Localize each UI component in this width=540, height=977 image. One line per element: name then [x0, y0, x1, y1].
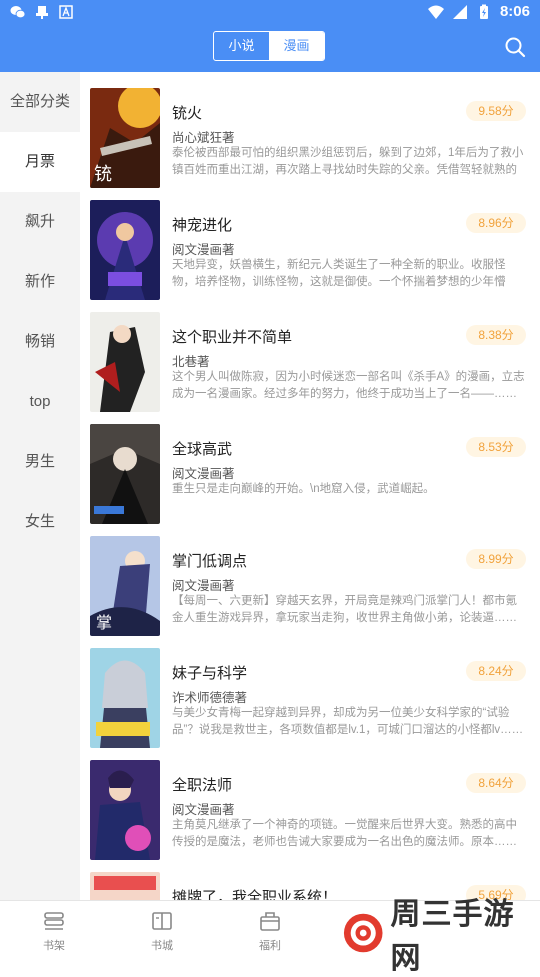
book-title: 掌门低调点 [172, 553, 248, 570]
book-description: 这个男人叫做陈寂，因为小时候迷恋一部名叫《杀手A》的漫画，立志成为一名漫画家。经… [172, 371, 525, 400]
score-badge: 9.58分 [466, 101, 526, 121]
sidebar-item-all[interactable]: 全部分类 [0, 72, 80, 132]
book-description: 主角莫凡继承了一个神奇的项链。一觉醒来后世界大变。熟悉的高中传授的是魔法，老师也… [172, 819, 517, 848]
score-badge: 8.99分 [466, 549, 526, 569]
wechat-icon [10, 6, 26, 19]
bookstore-icon [152, 912, 172, 930]
battery-icon [479, 4, 488, 19]
sidebar-item-monthly[interactable]: 月票 [0, 132, 80, 192]
list-item[interactable]: 妹子与科学 8.24分 诈术师德德著 与美少女青梅一起穿越到异界，却成为另一位美… [80, 632, 540, 748]
svg-text:铳: 铳 [94, 164, 112, 185]
book-author: 北巷著 [172, 355, 210, 369]
nav-welfare[interactable]: 福利 [240, 909, 300, 953]
book-title: 铳火 [172, 105, 203, 122]
watermark: 周三手游网 [342, 898, 540, 975]
type-switch: 小说 漫画 [213, 31, 325, 61]
status-time: 8:06 [499, 3, 530, 20]
sidebar-item-new[interactable]: 新作 [0, 252, 80, 312]
book-title: 神宠进化 [172, 217, 233, 234]
list-item[interactable]: 掌 掌门低调点 8.99分 阅文漫画著 【每周一、六更新】穿越天玄界，开局竟是辣… [80, 520, 540, 636]
book-title: 全球高武 [172, 441, 233, 458]
sidebar-item-female[interactable]: 女生 [0, 492, 80, 552]
book-title: 妹子与科学 [172, 665, 248, 682]
score-badge: 8.96分 [466, 213, 526, 233]
list-item[interactable]: 神宠进化 8.96分 阅文漫画著 天地异变，妖兽横生，新纪元人类诞生了一种全新的… [80, 184, 540, 300]
list-item[interactable]: 全职法师 8.64分 阅文漫画著 主角莫凡继承了一个神奇的项链。一觉醒来后世界大… [80, 744, 540, 860]
sidebar-item-bestseller[interactable]: 畅销 [0, 312, 80, 372]
category-sidebar: 全部分类 月票 飙升 新作 畅销 top 男生 女生 [0, 72, 80, 900]
gift-icon [260, 912, 280, 931]
score-badge: 8.53分 [466, 437, 526, 457]
book-cover [90, 312, 160, 412]
list-item[interactable]: 这个职业并不简单 8.38分 北巷著 这个男人叫做陈寂，因为小时候迷恋一部名叫《… [80, 296, 540, 412]
header: 小说 漫画 [0, 24, 540, 72]
book-description: 天地异变，妖兽横生，新纪元人类诞生了一种全新的职业。收服怪物，培养怪物，训练怪物… [172, 259, 506, 288]
nav-welfare-label: 福利 [259, 940, 281, 952]
book-cover: 掌 [90, 536, 160, 636]
list-item[interactable]: 全球高武 8.53分 阅文漫画著 重生只是走向巅峰的开始。\n地窟入侵，武道崛起… [80, 408, 540, 524]
book-author: 阅文漫画著 [172, 803, 235, 817]
book-description: 泰伦被西部最可怕的组织黑沙组惩罚后，躲到了边郊，1年后为了救小镇百姓而重出江湖，… [172, 147, 524, 176]
book-title: 这个职业并不简单 [172, 329, 293, 346]
wifi-icon [427, 5, 444, 19]
tab-comic[interactable]: 漫画 [269, 32, 324, 60]
score-badge: 8.24分 [466, 661, 526, 681]
book-cover [90, 424, 160, 524]
bug-icon [36, 6, 48, 19]
status-bar: 8:06 [0, 0, 540, 24]
book-cover [90, 648, 160, 748]
book-description: 与美少女青梅一起穿越到异界，却成为另一位美少女科学家的“试验品”？说我是救世主，… [172, 707, 524, 736]
book-description: 【每周一、六更新】穿越天玄界，开局竟是辣鸡门派掌门人！都市氪金人重生游戏异界，拿… [172, 595, 517, 624]
book-title: 全职法师 [172, 777, 233, 794]
search-icon[interactable] [504, 36, 526, 58]
watermark-logo-icon [343, 913, 383, 953]
book-author: 阅文漫画著 [172, 579, 235, 593]
score-badge: 8.38分 [466, 325, 526, 345]
book-description: 重生只是走向巅峰的开始。\n地窟入侵，武道崛起。 [172, 483, 435, 495]
sidebar-item-male[interactable]: 男生 [0, 432, 80, 492]
svg-text:掌: 掌 [96, 613, 112, 632]
score-badge: 8.64分 [466, 773, 526, 793]
book-cover [90, 760, 160, 860]
book-list: 铳 铳火 9.58分 尚心斌狂著 泰伦被西部最可怕的组织黑沙组惩罚后，躲到了边郊… [80, 72, 540, 900]
nav-bookstore[interactable]: 书城 [132, 909, 192, 953]
list-item[interactable]: 铳 铳火 9.58分 尚心斌狂著 泰伦被西部最可怕的组织黑沙组惩罚后，躲到了边郊… [80, 72, 540, 188]
nav-bookstore-label: 书城 [151, 940, 173, 952]
nav-bookshelf[interactable]: 书架 [24, 909, 84, 953]
book-author: 阅文漫画著 [172, 467, 235, 481]
nav-bookshelf-label: 书架 [43, 940, 65, 952]
book-author: 阅文漫画著 [172, 243, 235, 257]
sidebar-item-top[interactable]: top [0, 372, 80, 432]
a-icon [59, 5, 73, 19]
bookshelf-icon [44, 912, 64, 930]
book-title: 摊牌了，我全职业系统！ [172, 889, 338, 900]
sidebar-item-rising[interactable]: 飙升 [0, 192, 80, 252]
watermark-text: 周三手游网 [390, 898, 515, 975]
book-cover: 铳 [90, 88, 160, 188]
signal-icon [452, 4, 467, 19]
book-author: 诈术师德德著 [172, 691, 248, 705]
tab-novel[interactable]: 小说 [214, 32, 269, 60]
book-author: 尚心斌狂著 [172, 131, 235, 145]
book-cover [90, 200, 160, 300]
book-cover [90, 872, 160, 900]
